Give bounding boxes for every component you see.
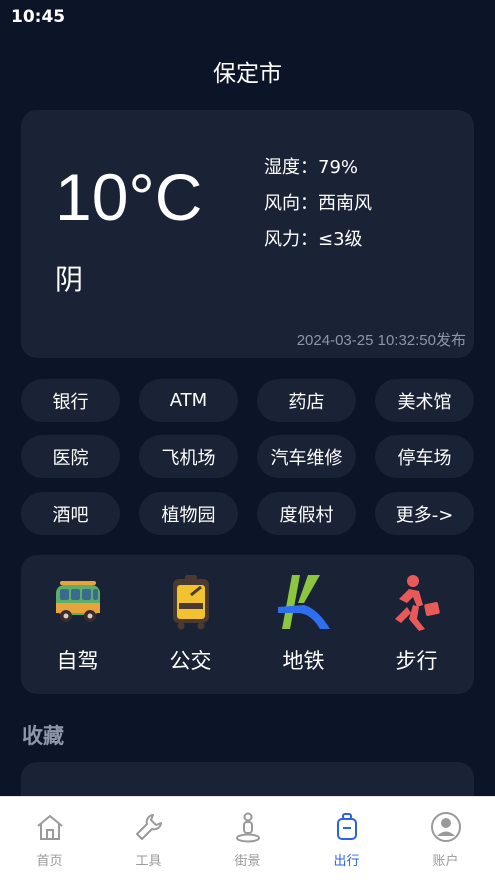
tab-street-view[interactable]: 街景 [198, 797, 297, 880]
tab-tools[interactable]: 工具 [99, 797, 198, 880]
mode-label: 步行 [395, 649, 438, 673]
chip-airport[interactable]: 飞机场 [139, 435, 238, 478]
wind-force: 风力：≤3级 [264, 229, 363, 250]
weather-card: 10°C 阴 湿度：79% 风向：西南风 风力：≤3级 2024-03-25 1… [21, 110, 474, 358]
van-icon [55, 581, 100, 622]
published-time: 2024-03-25 10:32:50发布 [296, 332, 466, 349]
favorites-title: 收藏 [22, 724, 64, 748]
chip-more[interactable]: 更多-> [375, 492, 474, 535]
home-icon [36, 814, 63, 840]
tab-label: 工具 [135, 854, 162, 869]
street-view-icon [235, 812, 260, 843]
walking-icon [394, 575, 440, 631]
chip-car-repair[interactable]: 汽车维修 [257, 435, 356, 478]
tab-label: 账户 [432, 854, 459, 869]
chip-hospital[interactable]: 医院 [21, 435, 120, 478]
status-bar: 10:45 [0, 0, 495, 34]
wrench-icon [135, 814, 162, 840]
bus-icon [172, 575, 209, 630]
mode-label: 公交 [169, 649, 212, 673]
tab-label: 出行 [333, 854, 360, 869]
chip-pharmacy[interactable]: 药店 [257, 379, 356, 422]
chip-atm[interactable]: ATM [139, 379, 238, 422]
status-time: 10:45 [11, 7, 66, 27]
mode-label: 地铁 [282, 649, 325, 673]
tab-travel[interactable]: 出行 [297, 797, 396, 880]
page-title[interactable]: 保定市 [0, 54, 495, 88]
tab-home[interactable]: 首页 [0, 797, 99, 880]
transport-card: 自驾 公交 地铁 步行 [21, 555, 474, 694]
tab-label: 街景 [234, 854, 261, 869]
mode-drive[interactable]: 自驾 [21, 573, 134, 683]
tab-account[interactable]: 账户 [396, 797, 495, 880]
mode-bus[interactable]: 公交 [134, 573, 247, 683]
weather-details: 湿度：79% 风向：西南风 风力：≤3级 [264, 156, 372, 264]
luggage-icon [336, 813, 357, 840]
chip-parking[interactable]: 停车场 [375, 435, 474, 478]
mode-walk[interactable]: 步行 [360, 573, 473, 683]
temperature: 10°C [55, 160, 203, 234]
mode-label: 自驾 [56, 649, 99, 673]
chip-resort[interactable]: 度假村 [257, 492, 356, 535]
chip-bar[interactable]: 酒吧 [21, 492, 120, 535]
chip-art-museum[interactable]: 美术馆 [375, 379, 474, 422]
mode-metro[interactable]: 地铁 [247, 573, 360, 683]
chip-botanical-garden[interactable]: 植物园 [139, 492, 238, 535]
humidity: 湿度：79% [264, 157, 359, 178]
wind-direction: 风向：西南风 [264, 193, 372, 214]
bottom-tab-bar: 首页 工具 街景 出行 账户 [0, 796, 495, 880]
account-icon [430, 812, 461, 842]
chip-bank[interactable]: 银行 [21, 379, 120, 422]
metro-icon [277, 575, 330, 629]
weather-condition: 阴 [55, 263, 84, 296]
tab-label: 首页 [36, 854, 63, 869]
